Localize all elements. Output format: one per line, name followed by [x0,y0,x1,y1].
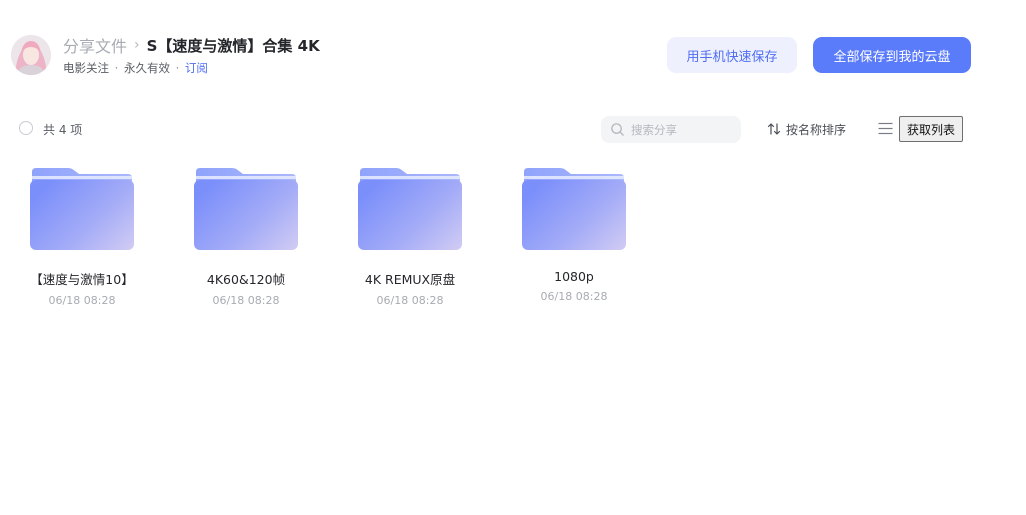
file-date: 06/18 08:28 [540,290,608,303]
file-date: 06/18 08:28 [212,294,280,307]
search-input[interactable] [631,120,731,139]
folder-icon[interactable] [358,164,462,252]
select-all-checkbox[interactable] [19,121,33,135]
avatar[interactable] [11,35,51,75]
file-name[interactable]: 4K REMUX原盘 [365,269,455,288]
title-line: 分享文件 › S【速度与激情】合集 4K [63,33,320,57]
folder-item[interactable]: 1080p 06/18 08:28 [512,164,636,307]
sort-label: 按名称排序 [786,122,847,137]
folder-icon[interactable] [522,164,626,252]
meta-validity: 永久有效 [123,61,170,75]
breadcrumb-separator-icon: › [134,37,140,53]
file-date: 06/18 08:28 [376,294,444,307]
search-box[interactable] [601,116,741,143]
file-toolbar: 共 4 项 按名称排序 获取列表 [19,116,969,144]
file-name[interactable]: 1080p [554,269,594,284]
folder-icon[interactable] [194,164,298,252]
meta-tag: 电影关注 [63,61,109,75]
subscribe-link[interactable]: 订阅 [185,61,208,75]
avatar-image [11,35,51,75]
file-date: 06/18 08:28 [48,294,116,307]
file-grid: 【速度与激情10】 06/18 08:28 4K60&120帧 06/18 08… [20,164,676,307]
item-count: 共 4 项 [43,123,83,137]
folder-item[interactable]: 4K60&120帧 06/18 08:28 [184,164,308,307]
folder-icon[interactable] [30,164,134,252]
search-icon [611,123,624,136]
share-meta: 电影关注 · 永久有效 · 订阅 [63,60,208,76]
page-title: S【速度与激情】合集 4K [146,36,320,55]
sort-icon [767,123,781,135]
meta-separator: · [175,61,180,75]
folder-item[interactable]: 4K REMUX原盘 06/18 08:28 [348,164,472,307]
list-view-icon[interactable] [878,122,893,135]
share-header: 分享文件 › S【速度与激情】合集 4K 电影关注 · 永久有效 · 订阅 用手… [11,35,991,79]
folder-item[interactable]: 【速度与激情10】 06/18 08:28 [20,164,144,307]
breadcrumb-root[interactable]: 分享文件 [63,33,127,57]
file-name[interactable]: 4K60&120帧 [207,269,285,288]
fetch-list-button[interactable]: 获取列表 [899,116,963,142]
meta-separator: · [114,61,119,75]
file-name[interactable]: 【速度与激情10】 [30,269,133,288]
save-all-button[interactable]: 全部保存到我的云盘 [813,37,971,73]
sort-button[interactable]: 按名称排序 [767,118,846,140]
phone-save-button[interactable]: 用手机快速保存 [667,37,797,73]
